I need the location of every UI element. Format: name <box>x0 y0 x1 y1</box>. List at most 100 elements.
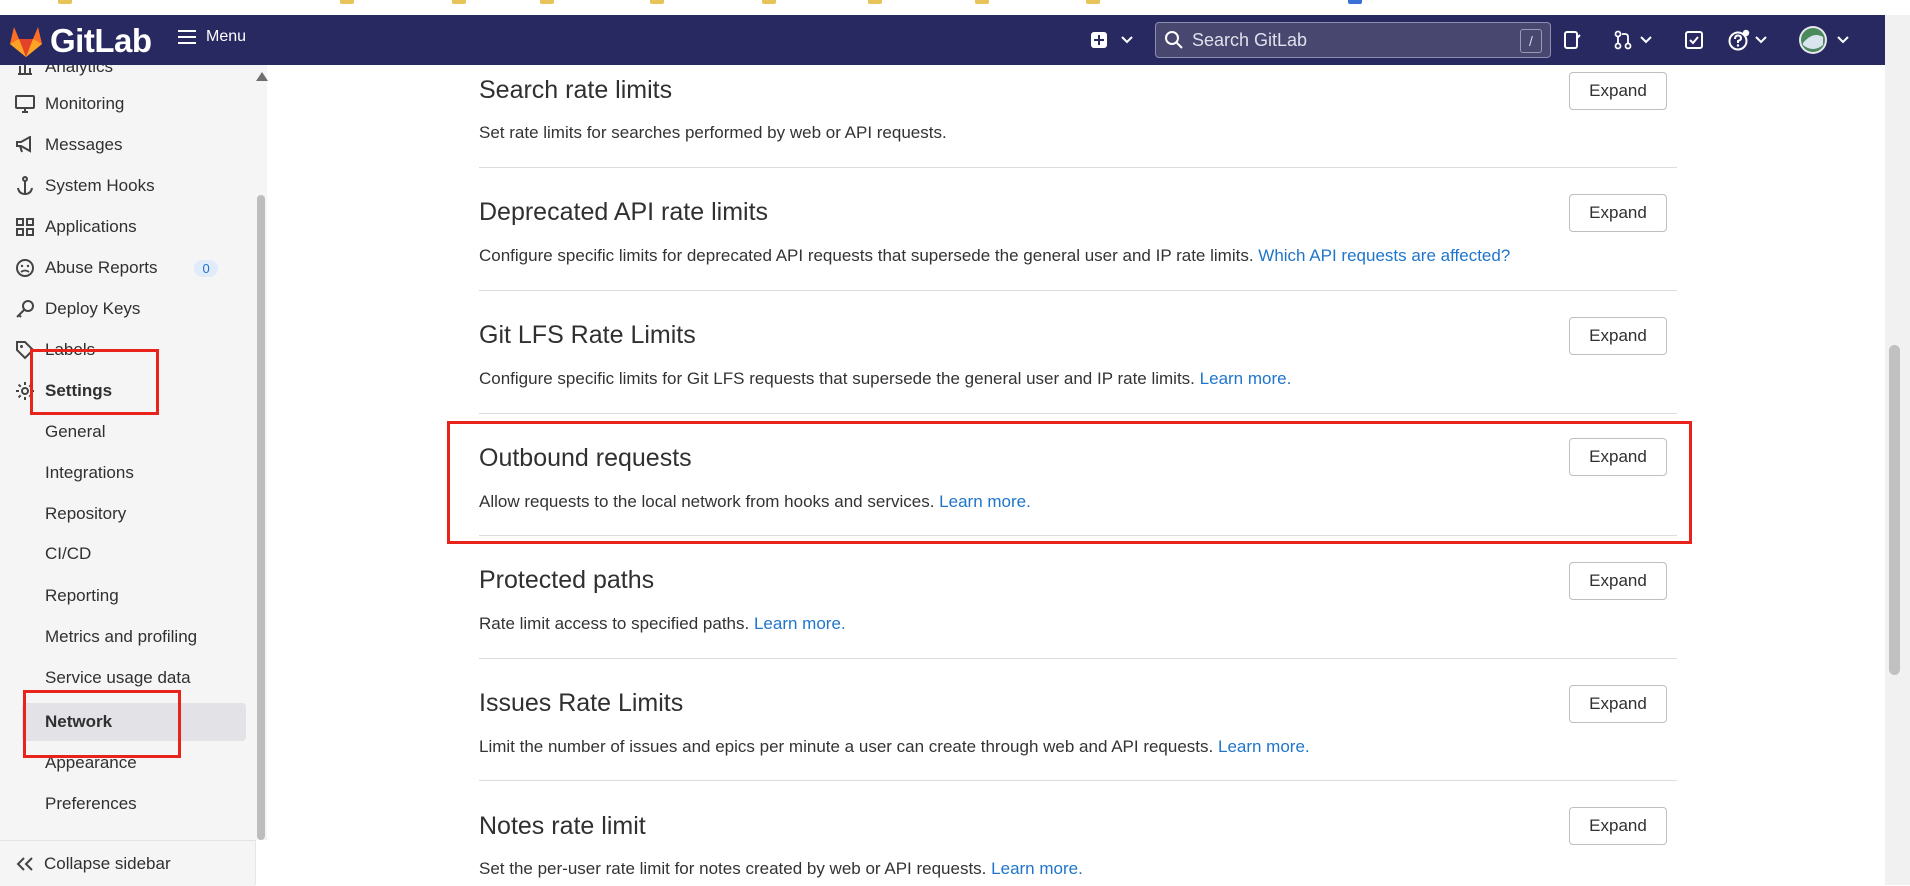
label-icon <box>14 339 36 361</box>
settings-section-deprecated-api-rate-limits: Deprecated API rate limits Configure spe… <box>479 168 1677 290</box>
sidebar-item-label: Labels <box>45 340 96 359</box>
section-help-link[interactable]: Which API requests are affected? <box>1258 246 1510 265</box>
sidebar-item-label: Messages <box>45 135 123 154</box>
sidebar-item-monitoring[interactable]: Monitoring <box>0 87 245 121</box>
bookmark-marker[interactable] <box>58 0 72 4</box>
sidebar-subitem-repository[interactable]: Repository <box>45 497 126 531</box>
expand-button[interactable]: Expand <box>1569 317 1667 355</box>
top-navbar: GitLab Menu Search GitLab / <box>0 15 1885 65</box>
bookmark-marker[interactable] <box>340 0 354 4</box>
bookmark-marker[interactable] <box>762 0 776 4</box>
user-menu-button[interactable] <box>1798 24 1850 56</box>
section-description: Rate limit access to specified paths. Le… <box>479 614 846 634</box>
sidebar-scroll-thumb[interactable] <box>257 195 265 840</box>
sidebar-item-label: Applications <box>45 217 137 236</box>
chevron-down-icon <box>1755 36 1767 44</box>
todo-icon <box>1685 31 1703 49</box>
section-title: Outbound requests <box>479 444 692 472</box>
applications-icon <box>14 216 36 238</box>
expand-button[interactable]: Expand <box>1569 807 1667 845</box>
section-description: Set rate limits for searches performed b… <box>479 123 947 143</box>
new-dropdown-button[interactable] <box>1090 24 1134 56</box>
expand-button[interactable]: Expand <box>1569 194 1667 232</box>
bookmark-marker[interactable] <box>868 0 882 4</box>
menu-button[interactable]: Menu <box>178 28 246 46</box>
section-title: Deprecated API rate limits <box>479 198 769 226</box>
search-shortcut-hint: / <box>1520 29 1542 53</box>
section-help-link[interactable]: Learn more. <box>991 859 1083 878</box>
section-title: Search rate limits <box>479 76 673 104</box>
monitor-icon <box>14 93 36 115</box>
sidebar-subitem-general[interactable]: General <box>45 415 105 449</box>
settings-section-protected-paths: Protected paths Rate limit access to spe… <box>479 536 1677 658</box>
browser-bookmark-strip <box>0 0 1910 16</box>
sidebar-item-analytics[interactable]: Analytics <box>0 65 245 84</box>
sidebar-item-applications[interactable]: Applications <box>0 210 245 244</box>
issues-button[interactable] <box>1562 24 1582 56</box>
expand-button[interactable]: Expand <box>1569 562 1667 600</box>
collapse-sidebar-button[interactable]: Collapse sidebar <box>0 840 255 886</box>
bookmark-marker[interactable] <box>650 0 664 4</box>
sidebar-item-settings[interactable]: Settings <box>0 374 245 408</box>
section-help-link[interactable]: Learn more. <box>754 614 846 633</box>
expand-button[interactable]: Expand <box>1569 438 1667 476</box>
section-description: Allow requests to the local network from… <box>479 492 1031 512</box>
section-help-link[interactable]: Learn more. <box>1218 737 1310 756</box>
key-icon <box>14 298 36 320</box>
sidebar-item-label: Deploy Keys <box>45 299 141 318</box>
sidebar-item-label: Settings <box>45 381 113 400</box>
section-description-text: Set rate limits for searches performed b… <box>479 123 947 142</box>
section-description-text: Configure specific limits for deprecated… <box>479 246 1254 265</box>
expand-button[interactable]: Expand <box>1569 685 1667 723</box>
sidebar-item-messages[interactable]: Messages <box>0 128 245 162</box>
settings-section-search-rate-limits: Search rate limits Set rate limits for s… <box>479 65 1677 167</box>
settings-section-outbound-requests: Outbound requests Allow requests to the … <box>479 414 1677 536</box>
gitlab-logo[interactable]: GitLab <box>8 22 152 60</box>
sidebar-item-abuse-reports[interactable]: Abuse Reports 0 <box>0 251 245 285</box>
sidebar-item-labels[interactable]: Labels <box>0 333 245 367</box>
section-description-text: Rate limit access to specified paths. <box>479 614 750 633</box>
scroll-up-arrow-icon[interactable] <box>256 72 268 81</box>
sidebar-subitem-reporting[interactable]: Reporting <box>45 579 119 613</box>
bookmark-marker[interactable] <box>452 0 466 4</box>
abuse-icon <box>14 257 36 279</box>
sidebar-subitem-network[interactable]: Network <box>45 705 112 739</box>
sidebar-subitem-metrics-and-profiling[interactable]: Metrics and profiling <box>45 620 197 654</box>
sidebar-item-label: Abuse Reports <box>45 258 158 277</box>
section-description-text: Configure specific limits for Git LFS re… <box>479 369 1195 388</box>
sidebar-item-label: System Hooks <box>45 176 155 195</box>
sidebar-subitem-preferences[interactable]: Preferences <box>45 787 137 821</box>
section-description-text: Limit the number of issues and epics per… <box>479 737 1214 756</box>
sidebar-item-deploy-keys[interactable]: Deploy Keys <box>0 292 245 326</box>
sidebar-item-label: Analytics <box>45 65 114 76</box>
sidebar-subitem-appearance[interactable]: Appearance <box>45 746 137 780</box>
page-scrollbar[interactable] <box>1885 15 1910 885</box>
merge-requests-button[interactable] <box>1613 24 1653 56</box>
expand-button[interactable]: Expand <box>1569 72 1667 110</box>
section-description-text: Allow requests to the local network from… <box>479 492 935 511</box>
search-input[interactable]: Search GitLab / <box>1155 22 1551 58</box>
section-description: Set the per-user rate limit for notes cr… <box>479 859 1083 879</box>
section-help-link[interactable]: Learn more. <box>939 492 1031 511</box>
analytics-icon <box>14 65 36 78</box>
section-description: Configure specific limits for Git LFS re… <box>479 369 1291 389</box>
settings-section-notes-rate-limit: Notes rate limit Set the per-user rate l… <box>479 781 1677 885</box>
section-help-link[interactable]: Learn more. <box>1200 369 1292 388</box>
sidebar-subitem-service-usage-data[interactable]: Service usage data <box>45 661 191 695</box>
bookmark-marker[interactable] <box>975 0 989 4</box>
merge-request-icon <box>1614 30 1632 50</box>
help-button[interactable] <box>1728 24 1768 56</box>
todos-button[interactable] <box>1684 24 1704 56</box>
help-icon <box>1728 29 1750 51</box>
sidebar-scrollbar[interactable] <box>255 65 268 840</box>
sidebar-item-system-hooks[interactable]: System Hooks <box>0 169 245 203</box>
chevron-down-icon <box>1121 36 1133 44</box>
plus-square-icon <box>1091 32 1107 48</box>
bookmark-marker[interactable] <box>1086 0 1100 4</box>
tanuki-logo-icon <box>10 27 42 57</box>
bookmark-marker[interactable] <box>540 0 554 4</box>
sidebar-subitem-ci-cd[interactable]: CI/CD <box>45 537 91 571</box>
sidebar-subitem-integrations[interactable]: Integrations <box>45 456 134 490</box>
page-scroll-thumb[interactable] <box>1889 345 1900 675</box>
bookmark-marker[interactable] <box>1348 0 1362 4</box>
